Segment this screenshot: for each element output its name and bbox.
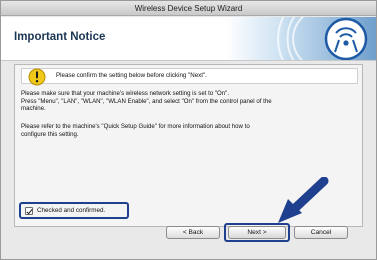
instructions-line: machine. [21, 105, 46, 113]
cancel-button[interactable]: Cancel [294, 226, 348, 239]
page-title: Important Notice [14, 31, 106, 43]
wizard-header: Important Notice [1, 17, 376, 61]
warning-icon [28, 68, 46, 86]
reference-line: configure this setting. [21, 130, 79, 138]
instructions-line: Please make sure that your machine's wir… [21, 90, 230, 97]
pointer-arrow-icon [278, 177, 329, 223]
window-titlebar: Wireless Device Setup Wizard [1, 1, 376, 16]
reference-line: Please refer to the machine's "Quick Set… [21, 123, 250, 130]
next-button[interactable]: Next > [228, 226, 286, 239]
confirm-label: Checked and confirmed. [37, 207, 106, 214]
reference-paragraph: Please refer to the machine's "Quick Set… [21, 123, 356, 138]
wireless-signal-icon [226, 17, 376, 60]
back-button[interactable]: < Back [166, 226, 220, 239]
notice-bar: Please confirm the setting below before … [21, 68, 358, 86]
notice-text: Please confirm the setting below before … [56, 72, 207, 79]
instructions-line: Press "Menu", "LAN", "WLAN", "WLAN Enabl… [21, 97, 272, 105]
wizard-window: Wireless Device Setup Wizard Important N… [0, 0, 377, 260]
instructions-paragraph: Please make sure that your machine's wir… [21, 90, 356, 113]
confirm-checkbox[interactable] [25, 207, 33, 215]
confirm-checkbox-row[interactable]: Checked and confirmed. [19, 202, 129, 219]
window-title: Wireless Device Setup Wizard [134, 4, 243, 13]
